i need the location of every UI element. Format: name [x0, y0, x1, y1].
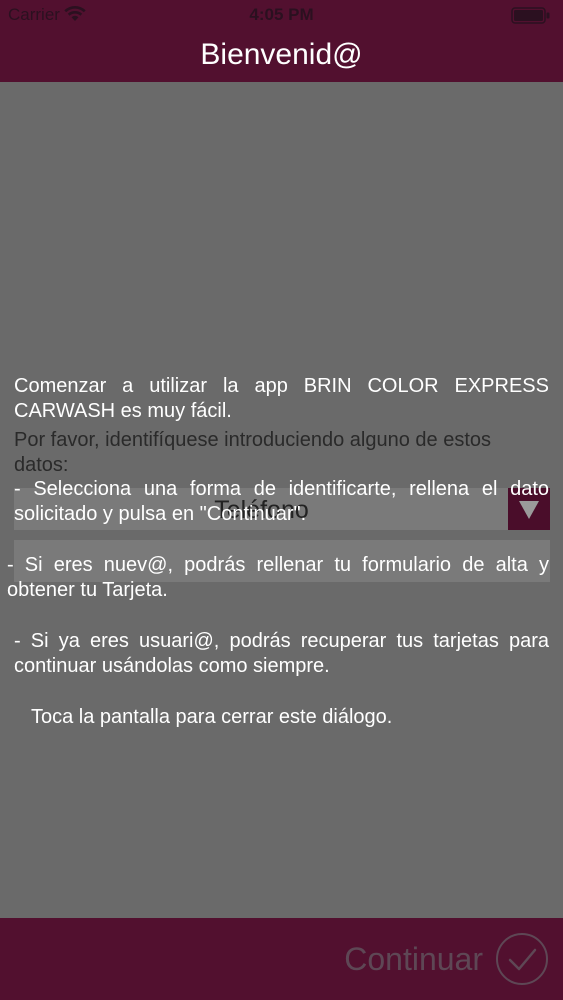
bottom-bar: Continuar — [0, 918, 563, 1000]
page-title: Bienvenid@ — [200, 38, 363, 71]
dialog-step-select-text: - Selecciona una forma de identificarte,… — [14, 478, 549, 525]
check-circle-icon — [496, 933, 548, 985]
continue-button[interactable]: Continuar — [344, 932, 549, 986]
dialog-new-user-text: - Si eres nuev@, podrás rellenar tu form… — [7, 554, 549, 601]
top-bar: Carrier 4:05 PM Bienvenid@ — [0, 0, 563, 82]
dialog-existing-user-text: - Si ya eres usuari@, podrás recuperar t… — [14, 630, 549, 677]
dialog-intro-text: Comenzar a utilizar la app BRIN COLOR EX… — [14, 375, 549, 422]
battery-icon — [511, 7, 550, 24]
continue-label: Continuar — [344, 940, 483, 977]
status-time: 4:05 PM — [249, 5, 314, 24]
status-bar: Carrier 4:05 PM — [0, 0, 563, 30]
help-dialog[interactable]: Comenzar a utilizar la app BRIN COLOR EX… — [7, 374, 549, 730]
dialog-close-hint: Toca la pantalla para cerrar este diálog… — [31, 706, 393, 728]
